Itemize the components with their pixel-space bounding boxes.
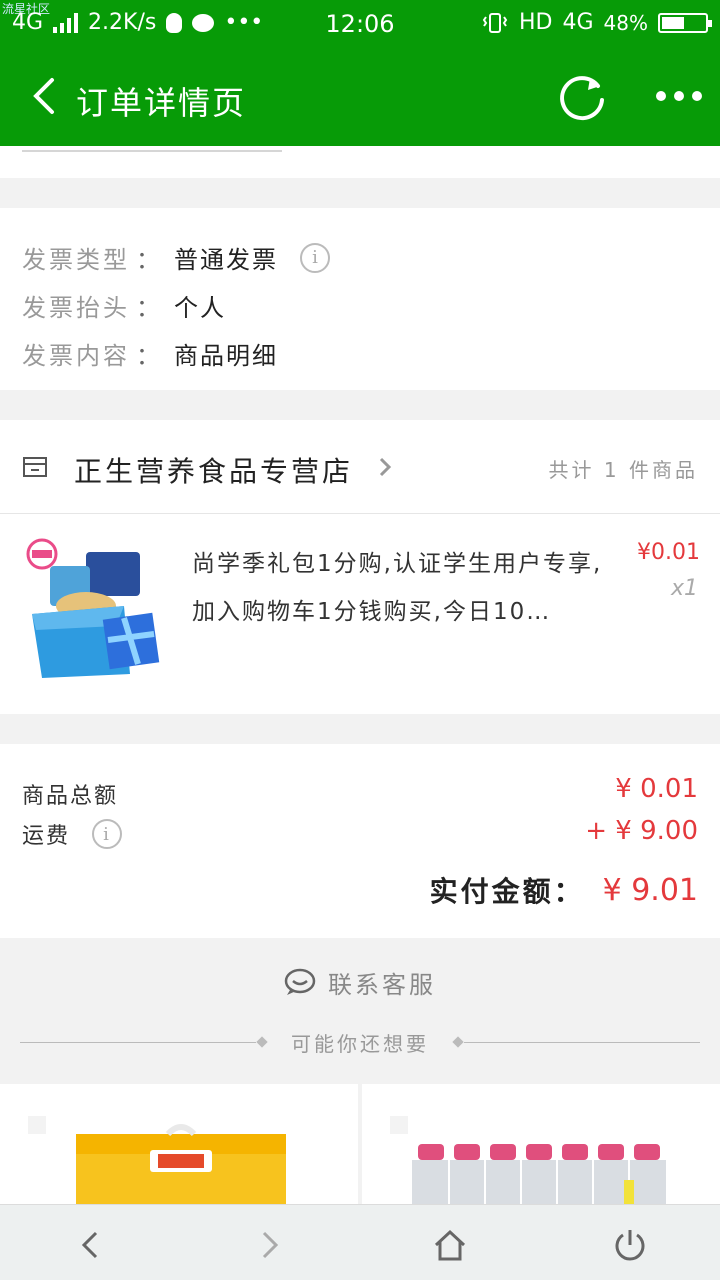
invoice-content-label: 发票内容 (22, 342, 130, 370)
product-price: ¥0.01 (637, 540, 700, 565)
total-value: ¥ 9.01 (602, 872, 698, 908)
network2-label: 4G (562, 10, 594, 35)
status-right: HD 4G 48% (481, 10, 712, 35)
product-image (390, 1116, 666, 1204)
store-header: 正生营养食品专营店 共计 1 件商品 (0, 420, 720, 514)
invoice-content-value: 商品明细 (174, 342, 278, 370)
chat-icon (284, 968, 316, 995)
total-row: 实付金额： ¥ 9.01 (430, 870, 698, 910)
vibrate-icon (482, 12, 508, 33)
home-button[interactable] (430, 1225, 470, 1265)
separator: ： (136, 294, 160, 322)
divider-line (464, 1042, 700, 1043)
page-title: 订单详情页 (76, 84, 247, 122)
more-menu-button[interactable] (656, 84, 706, 108)
product-quantity: x1 (670, 576, 698, 601)
back-button[interactable] (26, 74, 62, 118)
top-header: 流星社区 4G 2.2K/s ••• 12:06 HD 4G 48% 订单详情页 (0, 0, 720, 146)
hd-label: HD (519, 10, 553, 35)
recommend-product-1[interactable] (0, 1084, 358, 1204)
freight-row: 运费 i (22, 818, 123, 850)
address-card-partial (0, 146, 720, 178)
browser-forward-button[interactable] (250, 1225, 290, 1265)
freight-value: + ¥ 9.00 (585, 816, 698, 846)
freight-label: 运费 (22, 824, 71, 849)
battery-percent: 48% (603, 10, 648, 35)
contact-service-label: 联系客服 (328, 970, 436, 999)
info-icon[interactable]: i (300, 242, 330, 273)
separator: ： (136, 342, 160, 370)
separator: ： (136, 246, 160, 274)
goods-total-value: ¥ 0.01 (615, 774, 698, 804)
status-bar: 4G 2.2K/s ••• 12:06 HD 4G 48% (0, 0, 720, 48)
recommend-divider: 可能你还想要 (20, 1028, 700, 1058)
invoice-type-value: 普通发票 (174, 246, 278, 274)
invoice-header-value: 个人 (174, 294, 226, 322)
invoice-type-label: 发票类型 (22, 246, 130, 274)
contact-service-button[interactable]: 联系客服 (0, 962, 720, 1002)
nav-bar: 订单详情页 (0, 48, 720, 146)
power-button[interactable] (610, 1225, 650, 1265)
store-name-link[interactable]: 正生营养食品专营店 (74, 450, 353, 490)
browser-back-button[interactable] (70, 1225, 110, 1265)
store-card: 正生营养食品专营店 共计 1 件商品 尚学季礼包1分购,认证学生用户专享,加入购… (0, 420, 720, 714)
total-label: 实付金额： (429, 875, 585, 908)
product-image (28, 1116, 286, 1204)
invoice-type-row: 发票类型 ： 普通发票 i (22, 240, 330, 275)
goods-total-label: 商品总额 (22, 784, 119, 809)
battery-icon (658, 12, 712, 33)
item-count: 共计 1 件商品 (548, 458, 698, 482)
store-icon (23, 457, 47, 477)
price-summary-card: 商品总额 ¥ 0.01 运费 i + ¥ 9.00 实付金额： ¥ 9.01 (0, 744, 720, 938)
refresh-button[interactable] (556, 72, 608, 124)
product-title[interactable]: 尚学季礼包1分购,认证学生用户专享,加入购物车1分钱购买,今日10… (192, 540, 612, 636)
invoice-header-row: 发票抬头 ： 个人 (22, 288, 226, 323)
recommend-product-2[interactable] (362, 1084, 720, 1204)
invoice-header-label: 发票抬头 (22, 294, 130, 322)
freight-info-icon[interactable]: i (92, 819, 123, 849)
invoice-card: 发票类型 ： 普通发票 i 发票抬头 ： 个人 发票内容 ： 商品明细 (0, 208, 720, 390)
cut-off-text (22, 146, 282, 152)
invoice-content-row: 发票内容 ： 商品明细 (22, 336, 278, 371)
browser-bottom-bar (0, 1204, 720, 1280)
product-image[interactable] (20, 536, 168, 684)
chevron-right-icon[interactable] (374, 456, 396, 478)
